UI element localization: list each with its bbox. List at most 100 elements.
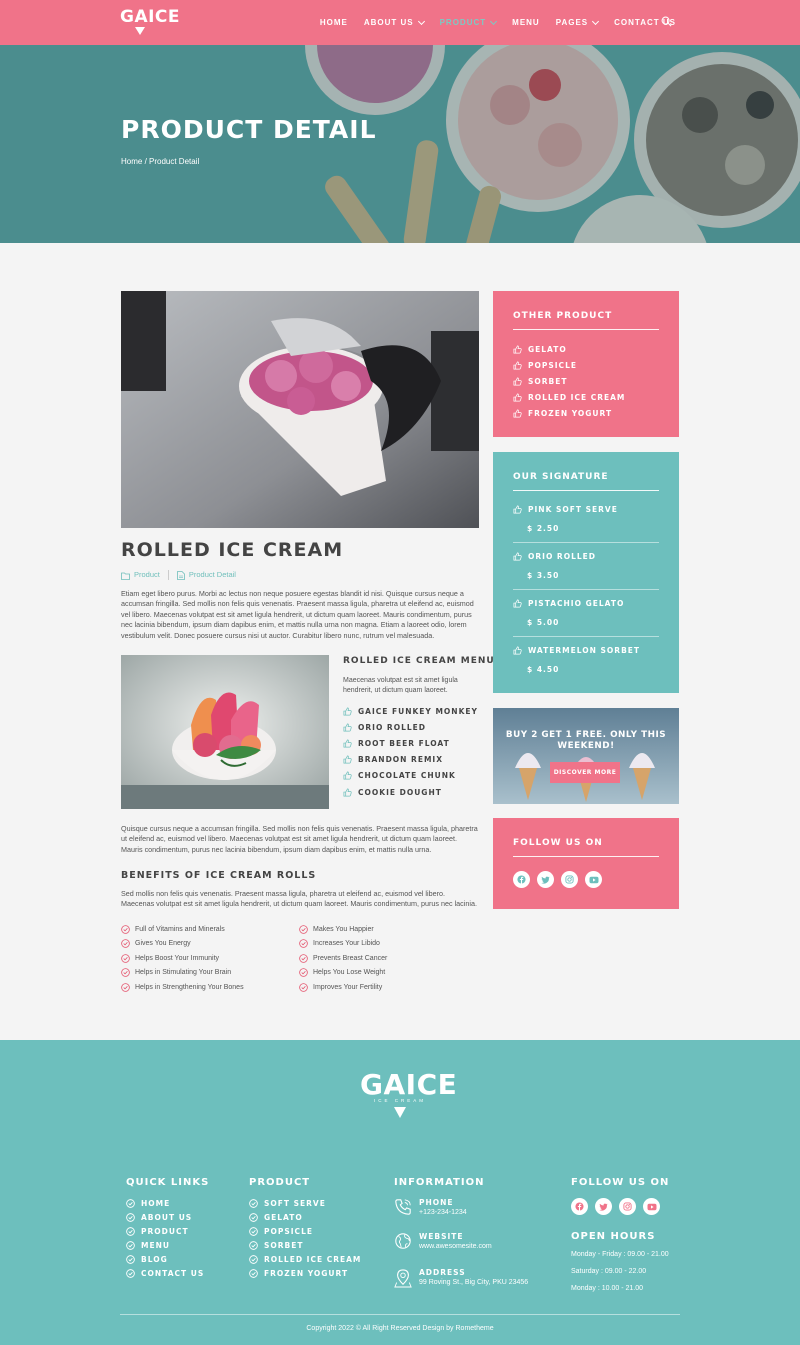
benefit-label: Full of Vitamins and Minerals [135, 925, 225, 933]
rolled-ice-cream-image [121, 655, 329, 809]
signature-name: PISTACHIO GELATO [528, 599, 625, 608]
page-title: PRODUCT DETAIL [121, 115, 377, 144]
footer-link[interactable]: BLOG [126, 1252, 204, 1266]
check-circle-icon [299, 982, 308, 992]
search-icon[interactable] [661, 16, 672, 27]
meta-tag[interactable]: Product Detail [176, 570, 236, 580]
other-product-item[interactable]: POPSICLE [513, 357, 625, 373]
footer-link[interactable]: HOME [126, 1196, 204, 1210]
footer-link-label: SORBET [264, 1240, 304, 1250]
thumbs-up-icon [513, 409, 522, 417]
copyright-text: Copyright 2022 © All Right Reserved Desi… [306, 1325, 494, 1332]
footer-link[interactable]: FROZEN YOGURT [249, 1266, 361, 1280]
nav-product[interactable]: PRODUCT [440, 17, 498, 27]
twitter-icon[interactable] [537, 871, 554, 888]
nav-home[interactable]: HOME [320, 18, 348, 27]
signature-name: ORIO ROLLED [528, 552, 596, 561]
flavor-list: GAICE FUNKEY MONKEY ORIO ROLLED ROOT BEE… [343, 703, 478, 800]
cone-icon [394, 1107, 406, 1118]
facebook-icon[interactable] [513, 871, 530, 888]
info-phone: PHONE +123-234-1234 [394, 1198, 467, 1216]
youtube-icon[interactable] [643, 1198, 660, 1215]
address-value: 99 Roving St., Big City, PKU 23456 [419, 1279, 529, 1286]
brand-logo[interactable]: GAICE [120, 8, 180, 42]
breadcrumb: Home / Product Detail [121, 157, 199, 166]
signature-item[interactable]: ORIO ROLLED $ 3.50 [513, 552, 659, 590]
check-circle-icon [121, 939, 130, 949]
check-circle-icon [299, 939, 308, 949]
footer-link[interactable]: CONTACT US [126, 1266, 204, 1280]
footer-link[interactable]: GELATO [249, 1210, 361, 1224]
thumbs-up-icon [343, 788, 352, 796]
other-product-item[interactable]: FROZEN YOGURT [513, 405, 625, 421]
meta-category[interactable]: Product [121, 570, 160, 579]
hours-line: Monday : 10.00 - 21.00 [571, 1285, 643, 1292]
list-item: COOKIE DOUGHT [343, 784, 478, 800]
thumbs-up-icon [343, 771, 352, 780]
benefit-item: Helps in Stimulating Your Brain [121, 968, 299, 979]
footer-link-label: ABOUT US [141, 1212, 193, 1222]
other-product-item[interactable]: GELATO [513, 341, 625, 357]
discover-more-button[interactable]: DISCOVER MORE [550, 762, 620, 783]
check-circle-icon [121, 982, 130, 992]
footer-link[interactable]: MENU [126, 1238, 204, 1252]
footer-link-label: CONTACT US [141, 1268, 205, 1278]
info-website: WEBSITE www.awesomesite.com [394, 1232, 492, 1250]
signature-item[interactable]: PINK SOFT SERVE $ 2.50 [513, 505, 659, 543]
benefit-item: Helps in Strengthening Your Bones [121, 982, 299, 993]
footer-divider [120, 1314, 680, 1315]
phone-icon [395, 1199, 411, 1215]
thumbs-up-icon [513, 377, 522, 385]
signature-item[interactable]: PISTACHIO GELATO $ 5.00 [513, 599, 659, 637]
footer-link-label: GELATO [264, 1212, 303, 1222]
check-circle-icon [126, 1212, 135, 1222]
benefit-item: Prevents Breast Cancer [299, 953, 477, 964]
check-circle-icon [121, 968, 130, 978]
chevron-down-icon [592, 17, 600, 25]
footer-link-label: PRODUCT [141, 1226, 189, 1236]
nav-about[interactable]: ABOUT US [364, 17, 425, 27]
footer-link[interactable]: SOFT SERVE [249, 1196, 361, 1210]
twitter-icon[interactable] [595, 1198, 612, 1215]
other-product-label: POPSICLE [528, 360, 577, 370]
other-product-label: GELATO [528, 344, 567, 354]
check-circle-icon [299, 953, 308, 963]
footer-follow-title: FOLLOW US ON [571, 1177, 670, 1188]
footer-link[interactable]: SORBET [249, 1238, 361, 1252]
other-product-item[interactable]: SORBET [513, 373, 625, 389]
product-description: Etiam eget libero purus. Morbi ac lectus… [121, 589, 474, 640]
check-circle-icon [299, 924, 308, 934]
main-menu: HOME ABOUT US PRODUCT MENU PAGES CONTACT… [320, 0, 676, 45]
check-circle-icon [121, 924, 130, 934]
flavor-label: CHOCOLATE CHUNK [358, 771, 456, 781]
footer-link-label: MENU [141, 1240, 170, 1250]
footer-link[interactable]: POPSICLE [249, 1224, 361, 1238]
breadcrumb-current: Product Detail [149, 157, 200, 166]
check-circle-icon [249, 1268, 258, 1278]
nav-menu[interactable]: MENU [512, 18, 540, 27]
signature-title: OUR SIGNATURE [513, 472, 659, 491]
phone-value[interactable]: +123-234-1234 [419, 1209, 467, 1216]
list-item: GAICE FUNKEY MONKEY [343, 703, 478, 719]
website-value[interactable]: www.awesomesite.com [419, 1243, 492, 1250]
signature-card: OUR SIGNATURE PINK SOFT SERVE $ 2.50 ORI… [493, 452, 679, 693]
benefit-item: Makes You Happier [299, 924, 477, 935]
folder-icon [121, 572, 130, 580]
other-product-item[interactable]: ROLLED ICE CREAM [513, 389, 625, 405]
footer-link[interactable]: PRODUCT [126, 1224, 204, 1238]
signature-name: PINK SOFT SERVE [528, 505, 618, 514]
footer-link[interactable]: ROLLED ICE CREAM [249, 1252, 361, 1266]
facebook-icon[interactable] [571, 1198, 588, 1215]
other-product-card: OTHER PRODUCT GELATO POPSICLE SORBET ROL… [493, 291, 679, 437]
signature-price: $ 4.50 [527, 665, 560, 674]
other-product-label: FROZEN YOGURT [528, 408, 613, 418]
instagram-icon[interactable] [619, 1198, 636, 1215]
footer-link[interactable]: ABOUT US [126, 1210, 204, 1224]
nav-pages[interactable]: PAGES [556, 17, 600, 27]
signature-item[interactable]: WATERMELON SORBET $ 4.50 [513, 646, 659, 684]
breadcrumb-home[interactable]: Home [121, 157, 142, 166]
thumbs-up-icon [513, 361, 522, 369]
youtube-icon[interactable] [585, 871, 602, 888]
footer-logo[interactable]: GAICE ICE CREAM [360, 1070, 457, 1118]
instagram-icon[interactable] [561, 871, 578, 888]
